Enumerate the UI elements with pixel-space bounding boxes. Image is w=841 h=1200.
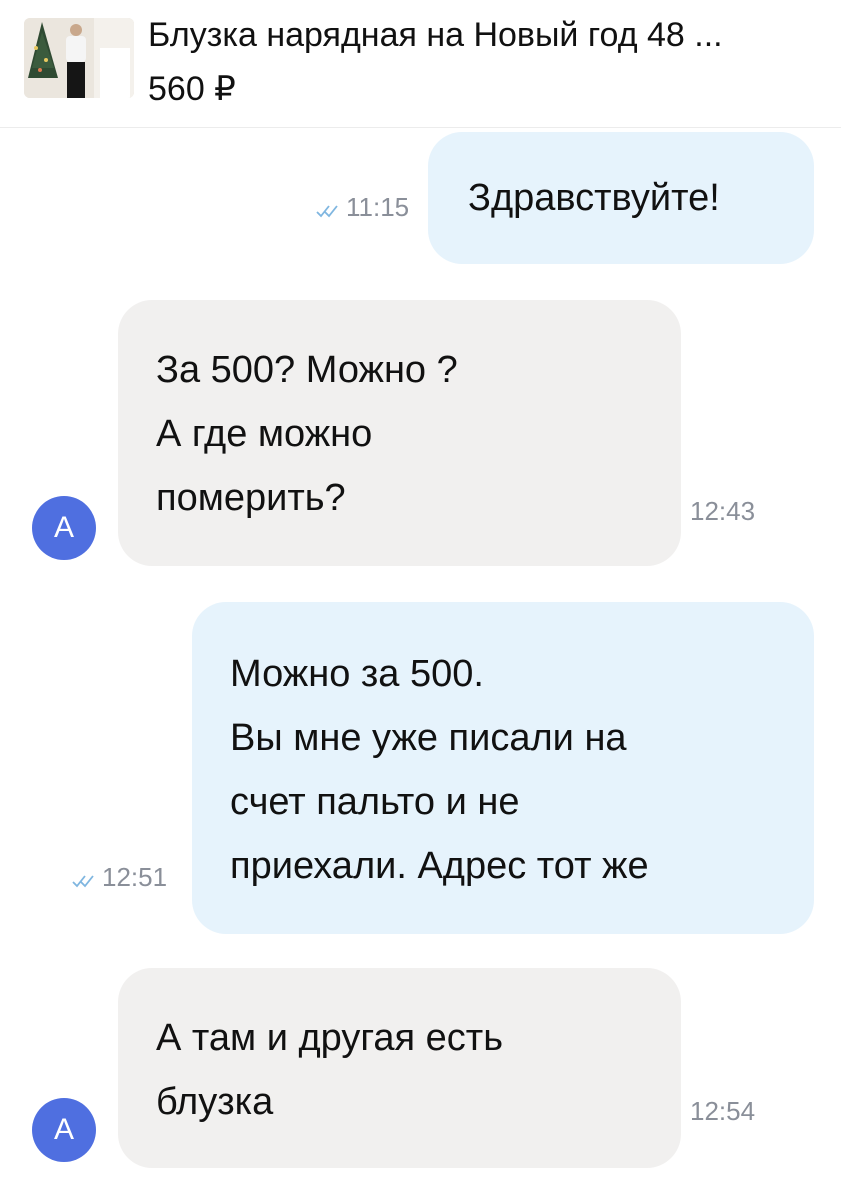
outgoing-message[interactable]: Можно за 500. Вы мне уже писали на счет … [192,602,814,934]
avatar[interactable]: А [32,496,96,560]
message-text: А где можно [156,413,373,455]
product-title[interactable]: Блузка нарядная на Новый год 48 ... [148,12,818,58]
double-check-icon [72,864,98,894]
message-text: А там и другая есть [156,1017,503,1059]
message-time: 12:51 [102,862,168,892]
incoming-message[interactable]: А там и другая есть блузка [118,968,681,1168]
incoming-message[interactable]: За 500? Можно ? А где можно померить? [118,300,681,566]
message-text: Здравствуйте! [468,177,720,219]
message-text: счет пальто и не [230,781,520,823]
message-meta: 12:51 [72,862,167,894]
avatar[interactable]: А [32,1098,96,1162]
message-time: 11:15 [346,192,410,222]
message-text: померить? [156,477,346,519]
product-thumbnail[interactable] [24,18,134,98]
chat-screen: Блузка нарядная на Новый год 48 ... 560 … [0,0,841,1200]
message-meta: 11:15 [316,192,409,224]
double-check-icon [316,194,342,224]
message-text: Можно за 500. [230,653,484,695]
message-text: За 500? Можно ? [156,349,458,391]
product-price: 560 ₽ [148,70,236,108]
message-text: приехали. Адрес тот же [230,845,649,887]
outgoing-message[interactable]: Здравствуйте! [428,132,814,264]
product-photo-icon [24,18,134,98]
message-time: 12:43 [690,496,756,526]
message-time: 12:54 [690,1096,756,1126]
message-text: блузка [156,1081,274,1123]
product-header[interactable]: Блузка нарядная на Новый год 48 ... 560 … [0,0,841,128]
message-text: Вы мне уже писали на [230,717,627,759]
